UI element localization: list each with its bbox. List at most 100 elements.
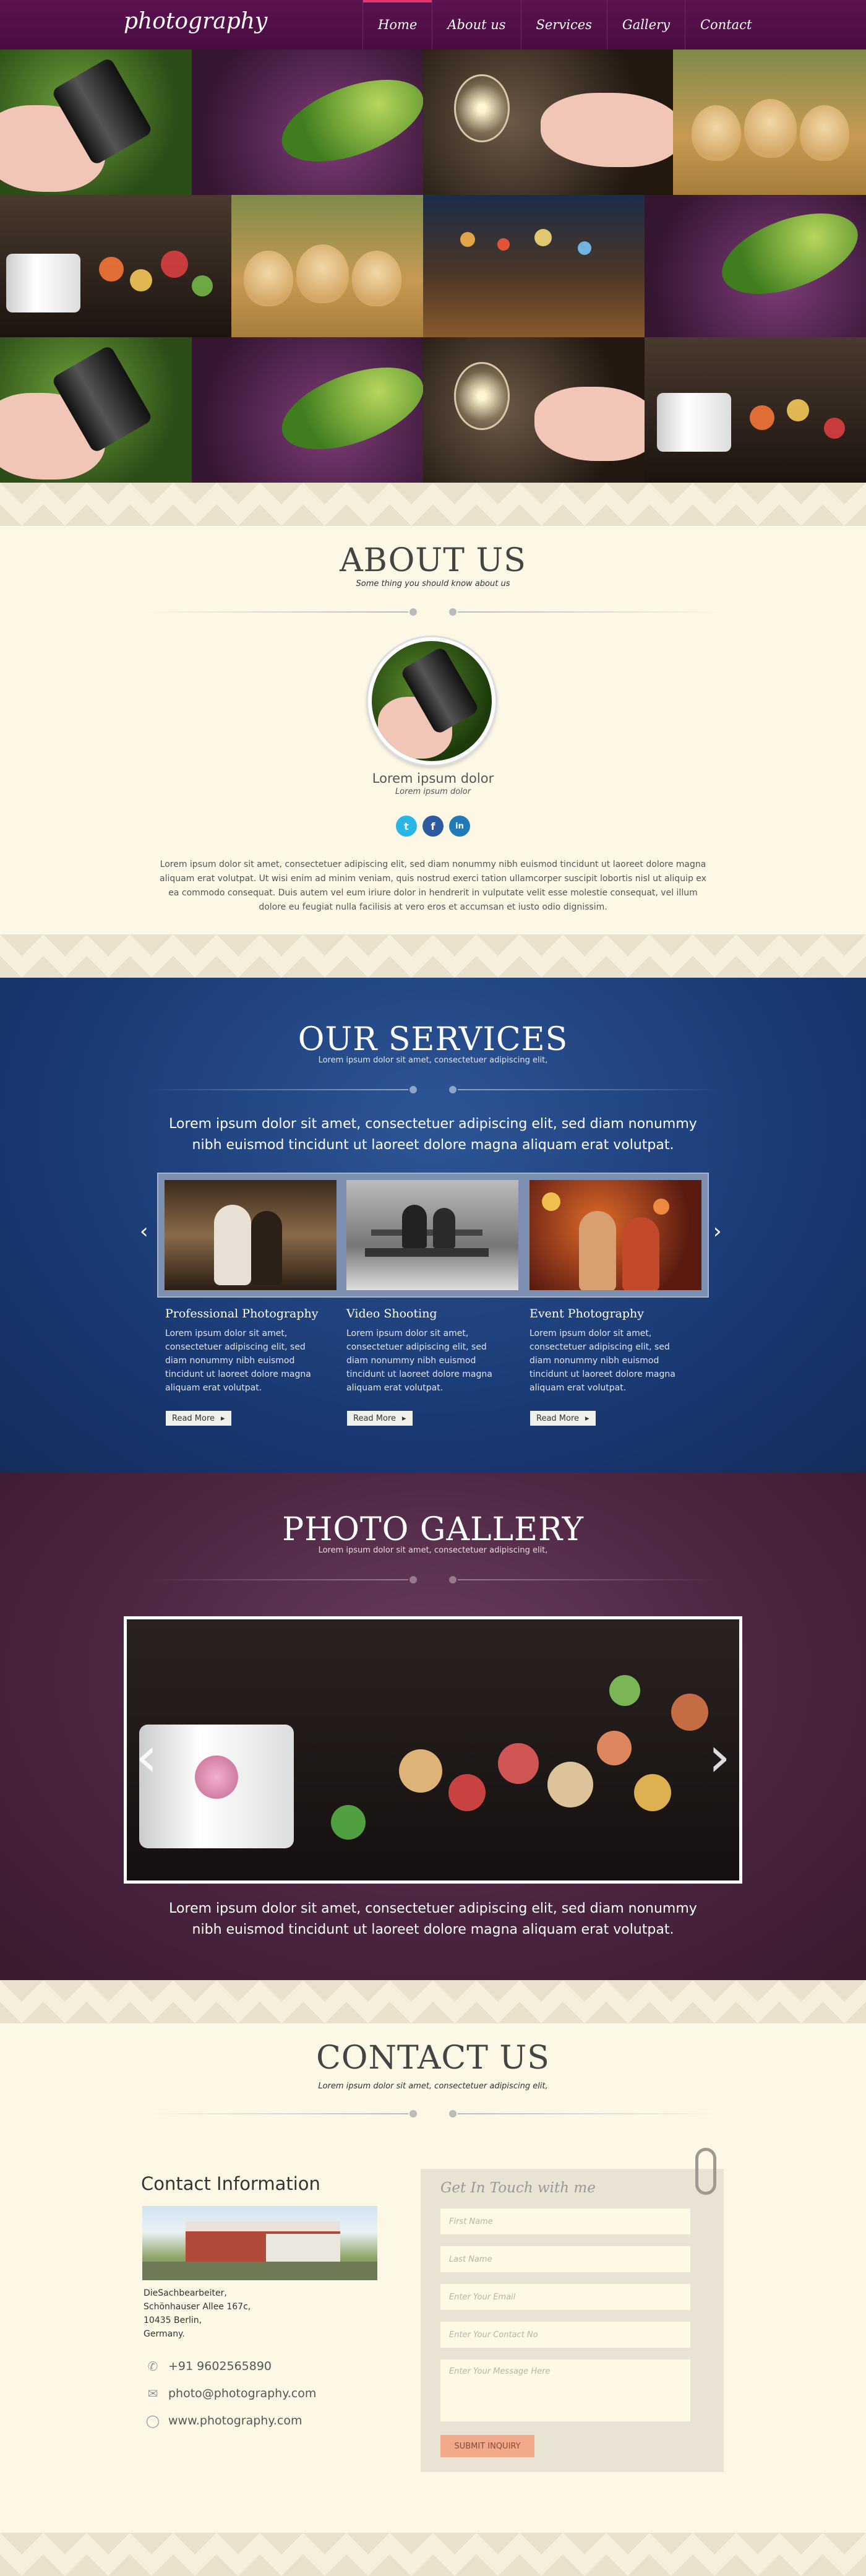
form-title: Get In Touch with me — [440, 2180, 596, 2196]
mosaic-photo-caterpillar-3[interactable] — [192, 337, 423, 483]
service-item: Event Photography Lorem ipsum dolor sit … — [529, 1307, 690, 1395]
mosaic-photo-bulb-2[interactable] — [423, 337, 645, 483]
mosaic-photo-caterpillar-2[interactable] — [645, 195, 866, 337]
gallery-prev-icon[interactable]: ‹ — [135, 1725, 158, 1790]
facebook-icon[interactable]: f — [422, 816, 444, 837]
address-line: DieSachbearbeiter, — [144, 2288, 227, 2298]
read-more-label: Read More — [353, 1413, 397, 1423]
address-line: Germany. — [144, 2329, 185, 2339]
service-photo-bench[interactable] — [346, 1180, 518, 1290]
about-title: ABOUT US — [340, 542, 526, 579]
about-divider — [142, 608, 724, 616]
services-subtitle: Lorem ipsum dolor sit amet, consectetuer… — [318, 1056, 548, 1065]
message-field[interactable] — [440, 2359, 690, 2421]
arrow-right-icon: ▸ — [585, 1413, 589, 1423]
services-section: OUR SERVICES Lorem ipsum dolor sit amet,… — [0, 978, 866, 1473]
gallery-title: PHOTO GALLERY — [282, 1511, 584, 1548]
about-subtitle: Some thing you should know about us — [356, 579, 510, 588]
mosaic-photo-bulb[interactable] — [423, 50, 673, 195]
linkedin-icon[interactable]: in — [449, 816, 470, 837]
service-photo-event[interactable] — [529, 1180, 701, 1290]
address-block: DieSachbearbeiter, Schönhauser Allee 167… — [144, 2286, 251, 2341]
email-field[interactable] — [440, 2284, 690, 2310]
read-more-button[interactable]: Read More ▸ — [166, 1411, 231, 1426]
services-divider — [142, 1085, 724, 1094]
email-address[interactable]: photo@photography.com — [168, 2387, 316, 2400]
service-title: Event Photography — [529, 1307, 644, 1320]
service-photo-wedding[interactable] — [165, 1180, 337, 1290]
avatar — [368, 637, 495, 765]
service-text: Lorem ipsum dolor sit amet, consectetuer… — [529, 1329, 675, 1393]
website-line: ◯ www.photography.com — [145, 2413, 302, 2428]
mosaic-photo-cup[interactable] — [0, 195, 231, 337]
address-line: Schönhauser Allee 167c, — [144, 2302, 251, 2312]
services-title: OUR SERVICES — [298, 1021, 568, 1058]
gallery-next-icon[interactable]: › — [708, 1725, 731, 1790]
mosaic-photo-camera[interactable] — [0, 50, 192, 195]
contact-number-field[interactable] — [440, 2322, 690, 2348]
profile-name: Lorem ipsum dolor — [372, 771, 494, 786]
service-text: Lorem ipsum dolor sit amet, consectetuer… — [165, 1329, 311, 1393]
read-more-button[interactable]: Read More ▸ — [530, 1411, 596, 1426]
carousel-prev-icon[interactable]: ‹ — [140, 1219, 148, 1244]
photo-mosaic — [0, 50, 866, 483]
main-nav: Home About us Services Gallery Contact — [362, 0, 766, 50]
first-name-field[interactable] — [440, 2208, 690, 2234]
nav-about[interactable]: About us — [432, 0, 520, 50]
nav-contact[interactable]: Contact — [684, 0, 766, 50]
service-item: Video Shooting Lorem ipsum dolor sit ame… — [346, 1307, 507, 1395]
mosaic-photo-caterpillar[interactable] — [192, 50, 423, 195]
contact-divider — [142, 2109, 724, 2118]
contact-info-heading: Contact Information — [141, 2173, 320, 2194]
zigzag-divider — [0, 483, 866, 526]
services-lead: Lorem ipsum dolor sit amet, consectetuer… — [169, 1116, 697, 1153]
mosaic-photo-puppies-2[interactable] — [231, 195, 423, 337]
about-text: Lorem ipsum dolor sit amet, consectetuer… — [160, 859, 706, 912]
read-more-label: Read More — [172, 1413, 215, 1423]
gallery-subtitle: Lorem ipsum dolor sit amet, consectetuer… — [318, 1546, 548, 1555]
website-link[interactable]: www.photography.com — [168, 2414, 302, 2427]
phone-line: ✆ +91 9602565890 — [145, 2359, 272, 2374]
gallery-section: PHOTO GALLERY Lorem ipsum dolor sit amet… — [0, 1473, 866, 1980]
carousel-next-icon[interactable]: › — [713, 1219, 722, 1244]
contact-form: Get In Touch with me SUBMIT INQUIRY — [421, 2148, 724, 2472]
submit-button[interactable]: SUBMIT INQUIRY — [440, 2435, 534, 2457]
email-line: ✉ photo@photography.com — [145, 2386, 317, 2401]
service-text: Lorem ipsum dolor sit amet, consectetuer… — [346, 1329, 492, 1393]
mosaic-photo-cup-2[interactable] — [645, 337, 866, 483]
gallery-slider[interactable]: ‹ › — [124, 1616, 742, 1884]
mail-icon: ✉ — [147, 2386, 158, 2401]
nav-home[interactable]: Home — [362, 0, 432, 50]
zigzag-divider — [0, 1980, 866, 2023]
read-more-label: Read More — [536, 1413, 580, 1423]
services-carousel — [157, 1173, 709, 1298]
header: photography Home About us Services Galle… — [0, 0, 866, 50]
profile-role: Lorem ipsum dolor — [395, 787, 471, 796]
contact-title: CONTACT US — [316, 2040, 550, 2077]
address-line: 10435 Berlin, — [144, 2315, 202, 2325]
phone-icon: ✆ — [147, 2359, 158, 2374]
service-item: Professional Photography Lorem ipsum dol… — [165, 1307, 326, 1395]
arrow-right-icon: ▸ — [221, 1413, 225, 1423]
gallery-divider — [142, 1575, 724, 1584]
logo[interactable]: photography — [124, 9, 267, 34]
twitter-icon[interactable]: t — [396, 816, 417, 837]
paperclip-icon — [695, 2148, 716, 2195]
service-title: Professional Photography — [165, 1307, 319, 1320]
mosaic-photo-puppies[interactable] — [673, 50, 866, 195]
contact-subtitle: Lorem ipsum dolor sit amet, consectetuer… — [318, 2082, 548, 2091]
read-more-button[interactable]: Read More ▸ — [347, 1411, 413, 1426]
mosaic-photo-camera-2[interactable] — [0, 337, 192, 483]
zigzag-divider — [0, 934, 866, 978]
arrow-right-icon: ▸ — [402, 1413, 406, 1423]
last-name-field[interactable] — [440, 2246, 690, 2272]
office-photo — [142, 2206, 377, 2280]
zigzag-divider — [0, 2533, 866, 2576]
globe-icon: ◯ — [145, 2413, 160, 2428]
service-title: Video Shooting — [346, 1307, 437, 1320]
nav-services[interactable]: Services — [520, 0, 607, 50]
gallery-lead: Lorem ipsum dolor sit amet, consectetuer… — [169, 1901, 697, 1937]
phone-number[interactable]: +91 9602565890 — [168, 2359, 272, 2373]
mosaic-photo-street[interactable] — [423, 195, 645, 337]
nav-gallery[interactable]: Gallery — [606, 0, 685, 50]
